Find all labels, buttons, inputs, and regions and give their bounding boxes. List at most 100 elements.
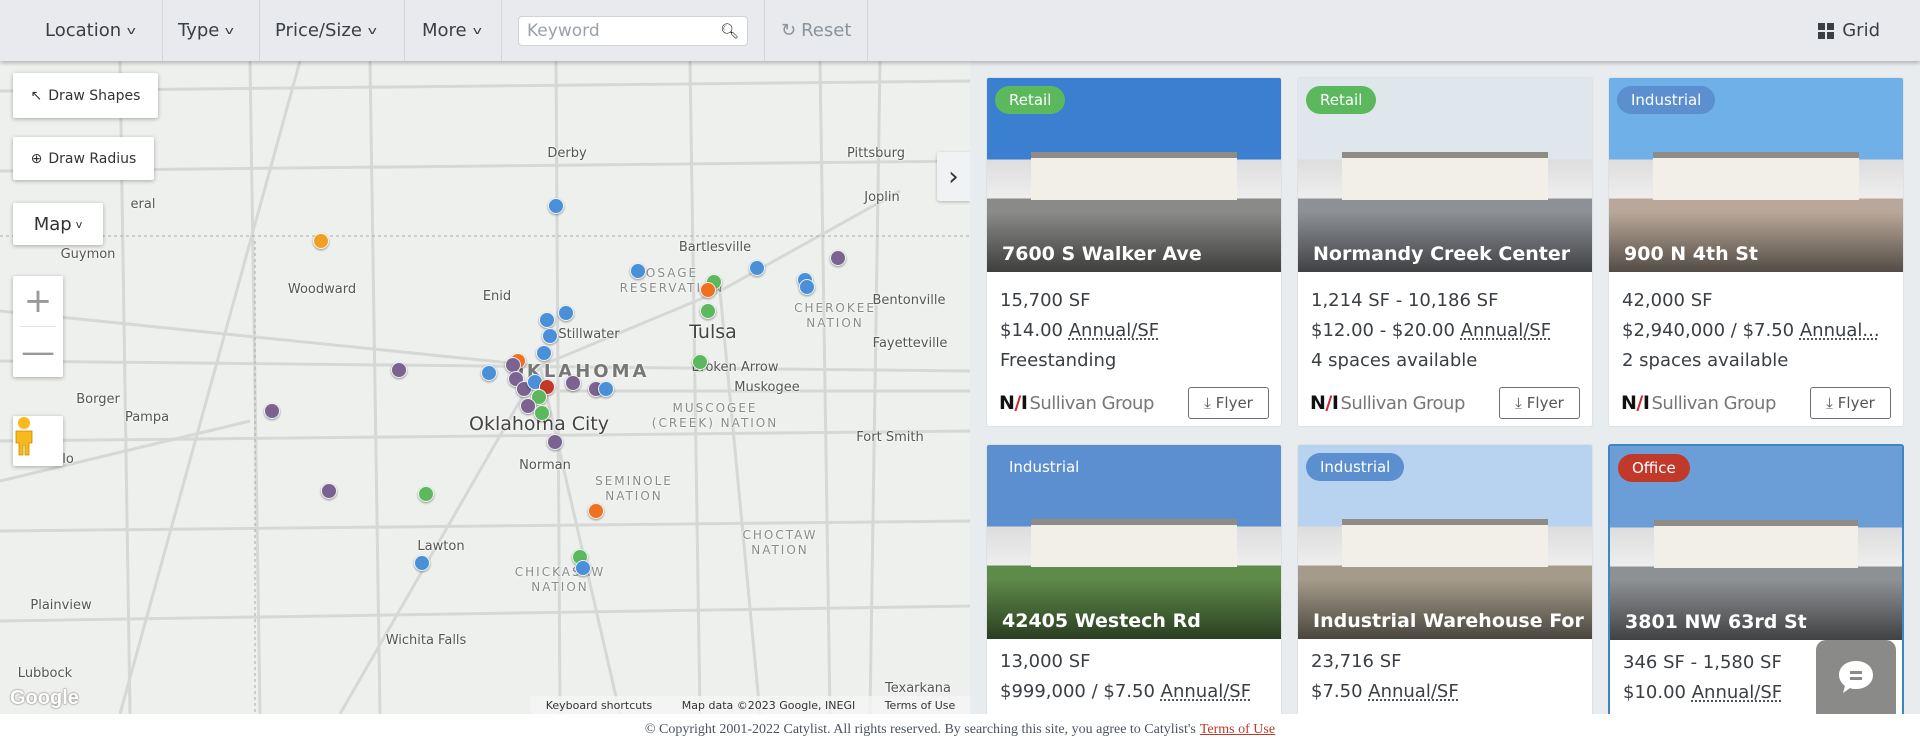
grid-label: Grid [1842, 20, 1880, 41]
map-marker[interactable] [630, 263, 646, 279]
map-marker[interactable] [598, 381, 614, 397]
price-unit: Annual/SF [1691, 682, 1783, 703]
listing-photo[interactable]: Industrial Industrial Warehouse For ... [1298, 445, 1592, 639]
map-marker[interactable] [700, 282, 716, 298]
map-attribution: Keyboard shortcuts Map data ©2023 Google… [531, 696, 970, 714]
listing-card[interactable]: Industrial 42405 Westech Rd 13,000 SF $9… [986, 444, 1282, 714]
map-marker[interactable] [321, 483, 337, 499]
draw-radius-button[interactable]: ⊕ Draw Radius [13, 137, 154, 180]
reset-button[interactable]: ↻ Reset [765, 0, 869, 61]
map-marker[interactable] [264, 403, 280, 419]
map-marker[interactable] [558, 305, 574, 321]
map-data-text: Map data ©2023 Google, INEGI [681, 698, 856, 712]
map-marker[interactable] [565, 375, 581, 391]
type-badge: Office [1618, 454, 1690, 482]
listing-size: 42,000 SF [1622, 290, 1713, 311]
map-label: eral [130, 197, 156, 212]
map-marker[interactable] [749, 260, 765, 276]
map-label: Bentonville [872, 293, 946, 308]
map-marker[interactable] [414, 555, 430, 571]
listing-title[interactable]: 42405 Westech Rd [987, 579, 1281, 639]
price-size-filter[interactable]: Price/Size v [260, 0, 405, 61]
map-marker[interactable] [692, 354, 708, 370]
zoom-out-button[interactable]: — [21, 327, 55, 377]
building-shape [1653, 519, 1859, 569]
grid-view-button[interactable]: Grid [1818, 0, 1880, 61]
listing-title[interactable]: 7600 S Walker Ave [987, 212, 1281, 272]
map-label: CHOCTAW NATION [742, 528, 818, 557]
keyboard-shortcuts-link[interactable]: Keyboard shortcuts [546, 699, 653, 712]
price-unit: Annual/SF [1460, 320, 1552, 341]
listing-photo[interactable]: Industrial 42405 Westech Rd [987, 445, 1281, 639]
search-icon[interactable]: 🔍︎ [720, 22, 739, 40]
map-label: MUSCOGEE (CREEK) NATION [651, 401, 779, 430]
map-label: Borger [76, 392, 120, 407]
map-marker[interactable] [313, 233, 329, 249]
map[interactable]: Derby Pittsburg Joplin Bartlesville eral Guym… [0, 61, 970, 714]
price-value: $7.50 [1311, 681, 1363, 702]
map-marker[interactable] [548, 198, 564, 214]
map-marker[interactable] [534, 405, 550, 421]
map-marker[interactable] [481, 365, 497, 381]
keyword-input[interactable]: Keyword 🔍︎ [518, 15, 748, 46]
expand-panel-button[interactable]: › [937, 152, 970, 201]
map-marker[interactable] [542, 328, 558, 344]
flyer-label: Flyer [1837, 394, 1875, 412]
map-marker[interactable] [588, 503, 604, 519]
listing-photo[interactable]: Retail 7600 S Walker Ave [987, 78, 1281, 272]
type-label: Type [178, 20, 220, 41]
cursor-icon: ↖ [30, 87, 43, 104]
chevron-down-icon: v [367, 24, 377, 37]
listing-card[interactable]: Retail Normandy Creek Center 1,214 SF - … [1297, 77, 1593, 427]
map-marker[interactable] [799, 279, 815, 295]
more-filter[interactable]: More v [405, 0, 502, 61]
map-label: Derby [547, 146, 587, 161]
flyer-button[interactable]: ⤓ Flyer [1810, 387, 1891, 419]
type-filter[interactable]: Type v [163, 0, 260, 61]
listing-title[interactable]: 3801 NW 63rd St [1610, 580, 1902, 640]
crosshair-icon: ⊕ [30, 150, 43, 167]
broker-name: Sullivan Group [1651, 392, 1776, 414]
listing-title[interactable]: Industrial Warehouse For ... [1298, 579, 1592, 639]
zoom-in-button[interactable]: + [24, 276, 53, 326]
map-type-dropdown[interactable]: Map v [13, 203, 103, 245]
listing-price: $14.00 Annual/SF [1000, 316, 1268, 346]
broker-logo: N/I Sullivan Group [1621, 392, 1776, 414]
listing-title[interactable]: 900 N 4th St [1609, 212, 1903, 272]
listing-photo[interactable]: Industrial 900 N 4th St [1609, 78, 1903, 272]
draw-shapes-button[interactable]: ↖ Draw Shapes [13, 73, 158, 118]
map-marker[interactable] [700, 303, 716, 319]
listing-photo[interactable]: Office 3801 NW 63rd St [1610, 446, 1902, 640]
map-marker[interactable] [539, 312, 555, 328]
draw-radius-label: Draw Radius [48, 150, 137, 167]
map-terms-link[interactable]: Terms of Use [885, 699, 956, 712]
map-marker[interactable] [418, 486, 434, 502]
map-marker[interactable] [830, 250, 846, 266]
chevron-down-icon: v [472, 24, 482, 37]
listing-title[interactable]: Normandy Creek Center [1298, 212, 1592, 272]
flyer-button[interactable]: ⤓ Flyer [1188, 387, 1269, 419]
listing-card[interactable]: Industrial Industrial Warehouse For ... … [1297, 444, 1593, 714]
listing-detail: 4 spaces available [1311, 350, 1478, 371]
chevron-down-icon: v [126, 24, 136, 37]
building-shape [1653, 151, 1859, 201]
price-value: $10.00 [1623, 682, 1686, 703]
terms-of-use-link[interactable]: Terms of Use [1200, 722, 1275, 738]
flyer-button[interactable]: ⤓ Flyer [1499, 387, 1580, 419]
keyword-placeholder: Keyword [527, 20, 600, 41]
pegman-icon[interactable] [13, 416, 63, 466]
google-logo: Google [10, 687, 79, 709]
map-marker[interactable] [575, 560, 591, 576]
map-marker[interactable] [391, 362, 407, 378]
listing-photo[interactable]: Retail Normandy Creek Center [1298, 78, 1592, 272]
map-label: Bartlesville [678, 240, 752, 255]
listing-card[interactable]: Industrial 900 N 4th St 42,000 SF $2,940… [1608, 77, 1904, 427]
location-filter[interactable]: Location v [45, 0, 163, 61]
map-marker[interactable] [547, 434, 563, 450]
listing-card[interactable]: Retail 7600 S Walker Ave 15,700 SF $14.0… [986, 77, 1282, 427]
more-label: More [422, 20, 467, 41]
map-marker[interactable] [536, 345, 552, 361]
type-badge: Industrial [1617, 86, 1716, 114]
chat-button[interactable] [1816, 640, 1896, 714]
building-shape [1031, 518, 1237, 568]
